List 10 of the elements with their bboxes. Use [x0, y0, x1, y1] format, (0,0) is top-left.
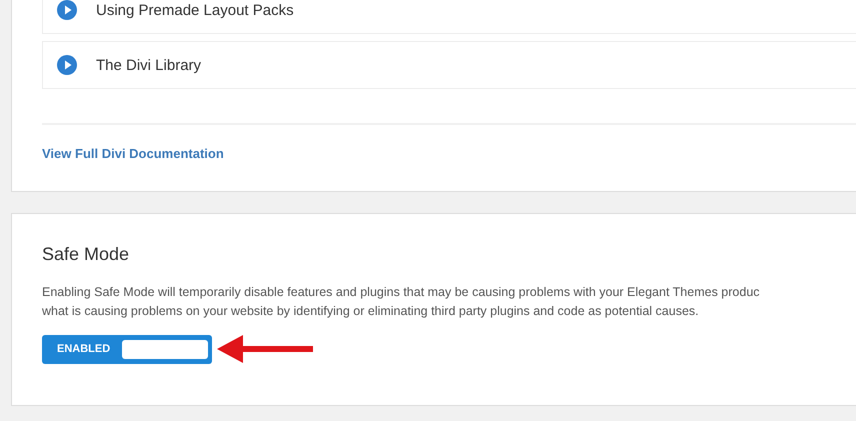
video-item[interactable]: The Divi Library [42, 41, 856, 89]
safe-mode-toggle[interactable]: ENABLED [42, 334, 212, 364]
item-title: The Divi Library [96, 56, 202, 74]
description-line: Enabling Safe Mode will temporarily disable features and plugins that may be causing problems with your Elegant Themes produc [42, 284, 761, 301]
description-line: what is causing problems on your website by identifying or eliminating third party plugins and code as potential causes. [42, 303, 700, 320]
play-icon [56, 54, 78, 76]
video-item[interactable]: Using Premade Layout Packs [42, 0, 856, 34]
item-title: Using Premade Layout Packs [96, 2, 294, 18]
section-title: Safe Mode [42, 244, 130, 265]
documentation-link[interactable]: View Full Divi Documentation [42, 146, 224, 161]
